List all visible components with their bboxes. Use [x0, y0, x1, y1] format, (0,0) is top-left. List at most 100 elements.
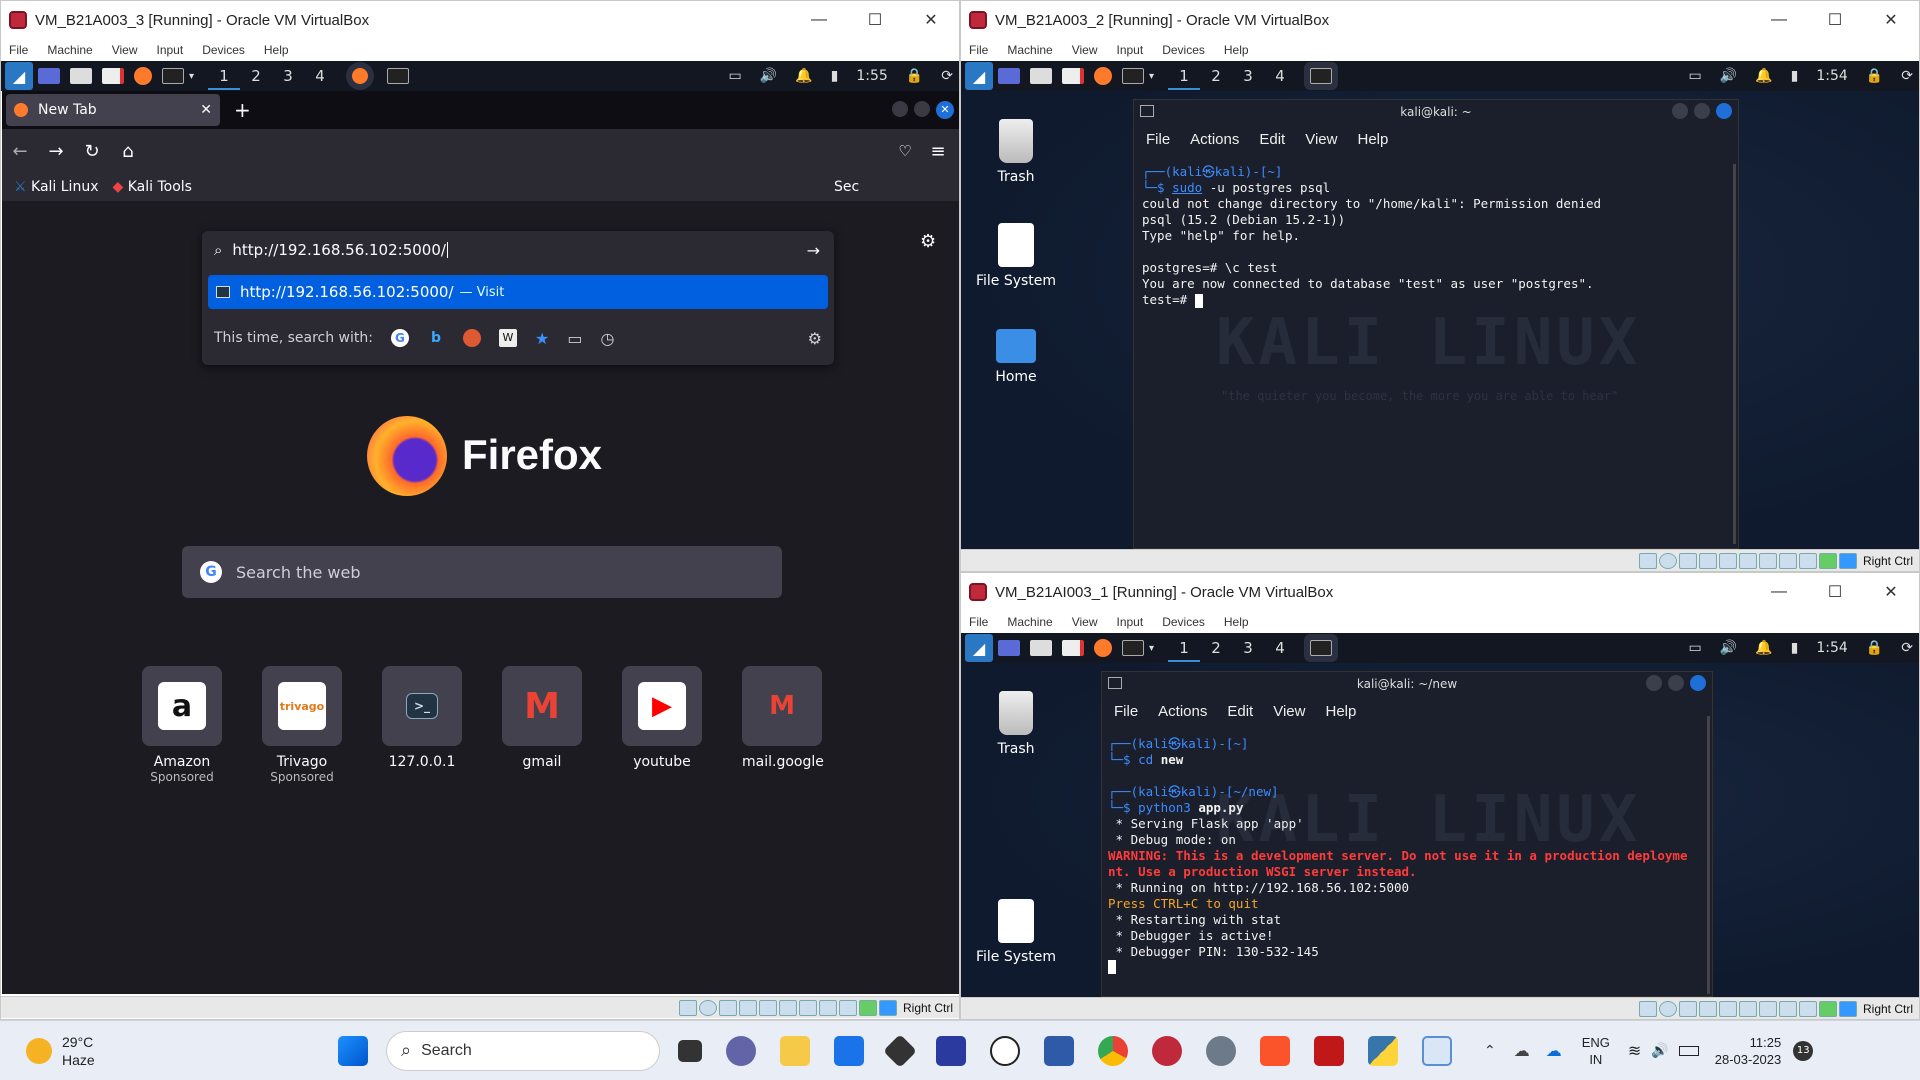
firefox-icon[interactable] — [1094, 639, 1112, 657]
vm-titlebar[interactable]: VM_B21AI003_1 [Running] - Oracle VM Virt… — [961, 573, 1919, 611]
language-indicator[interactable]: ENG IN — [1582, 1034, 1610, 1068]
bookmark-overflow[interactable]: Sec — [834, 179, 859, 195]
chevron-down-icon[interactable]: ▾ — [189, 71, 194, 82]
bell-icon[interactable]: 🔔 — [1755, 640, 1772, 656]
chrome-icon[interactable] — [1098, 1035, 1128, 1066]
firefox-icon[interactable] — [134, 67, 152, 85]
panel-clock[interactable]: 1:54 — [1816, 68, 1847, 84]
terminal-task-icon[interactable] — [1310, 640, 1333, 656]
workspace-1[interactable]: 1 — [1168, 62, 1201, 90]
display-status-icon[interactable] — [1758, 552, 1777, 569]
kali-menu-icon[interactable]: ◢ — [5, 62, 33, 90]
keyboard-capture-icon[interactable] — [1838, 1000, 1857, 1017]
menu-file[interactable]: File — [969, 43, 988, 57]
top-site-mail-google[interactable]: M mail.google — [742, 666, 824, 784]
shared-folder-status-icon[interactable] — [778, 999, 797, 1016]
wifi-icon[interactable]: ≋ — [1628, 1041, 1641, 1060]
maximize-icon[interactable]: ☐ — [1807, 1, 1863, 39]
menu-file[interactable]: File — [969, 615, 988, 629]
minimize-icon[interactable]: — — [1751, 573, 1807, 611]
optical-status-icon[interactable] — [1658, 552, 1677, 569]
audio-status-icon[interactable] — [718, 999, 737, 1016]
desktop-icon[interactable] — [38, 68, 60, 84]
menu-help[interactable]: Help — [1224, 615, 1249, 629]
menu-machine[interactable]: Machine — [47, 43, 92, 57]
menu-input[interactable]: Input — [157, 43, 184, 57]
clock[interactable]: 11:25 28-03-2023 — [1715, 1034, 1782, 1068]
shared-folder-status-icon[interactable] — [1738, 552, 1757, 569]
bing-engine-icon[interactable]: b — [427, 329, 445, 347]
terminal-window[interactable]: kali@kali: ~ File Actions Edit View Help… — [1133, 99, 1739, 549]
mouse-integration-icon[interactable] — [1818, 1000, 1837, 1017]
powerautomate-icon[interactable] — [936, 1035, 966, 1066]
menu-view[interactable]: View — [1072, 43, 1098, 57]
optical-status-icon[interactable] — [1658, 1000, 1677, 1017]
kali-menu-icon[interactable]: ◢ — [965, 62, 993, 90]
u-app-icon[interactable] — [990, 1035, 1020, 1066]
top-site-amazon[interactable]: a Amazon Sponsored — [142, 666, 222, 784]
new-tab-button[interactable]: + — [234, 98, 251, 122]
terminal-output[interactable]: ┌──(kali㉿kali)-[~] └─$ cd new ┌──(kali㉿kal… — [1108, 736, 1700, 996]
terminal-icon[interactable] — [1122, 68, 1144, 84]
bookmark-kali-tools[interactable]: ◆ Kali Tools — [112, 179, 191, 195]
chevron-down-icon[interactable]: ▾ — [1149, 71, 1154, 82]
vm-titlebar[interactable]: VM_B21A003_3 [Running] - Oracle VM Virtu… — [1, 1, 959, 39]
desktop-icon-file-system[interactable]: File System — [971, 223, 1061, 289]
close-icon[interactable]: ✕ — [903, 1, 959, 39]
microsoft-store-icon[interactable] — [834, 1035, 864, 1066]
optical-status-icon[interactable] — [698, 999, 717, 1016]
workspace-2[interactable]: 2 — [1200, 639, 1232, 657]
wikipedia-engine-icon[interactable]: W — [498, 329, 517, 347]
desktop-icon-file-system[interactable]: File System — [971, 899, 1061, 965]
back-icon[interactable]: ← — [2, 141, 38, 162]
terminal-task-icon[interactable] — [387, 68, 410, 84]
vm-window-top-right[interactable]: VM_B21A003_2 [Running] - Oracle VM Virtu… — [960, 0, 1920, 572]
onedrive-personal-icon[interactable]: ☁ — [1514, 1041, 1530, 1060]
teams-chat-icon[interactable] — [726, 1035, 756, 1066]
python-icon[interactable] — [1368, 1035, 1398, 1066]
url-suggestion[interactable]: http://192.168.56.102:5000/ — Visit — [208, 275, 828, 309]
settings-icon[interactable] — [1206, 1035, 1236, 1066]
battery-icon[interactable]: ▮ — [1791, 68, 1799, 84]
workspace-3[interactable]: 3 — [1232, 67, 1264, 85]
terminal-titlebar[interactable]: kali@kali: ~/new — [1102, 672, 1712, 696]
power-icon[interactable]: ⟳ — [1901, 640, 1913, 656]
duckduckgo-engine-icon[interactable] — [462, 329, 481, 347]
task-view-icon[interactable] — [678, 1039, 702, 1062]
workspace-4[interactable]: 4 — [1264, 639, 1296, 657]
bookmarks-search-icon[interactable]: ★ — [535, 329, 549, 348]
minimize-icon[interactable]: — — [791, 1, 847, 39]
menu-input[interactable]: Input — [1117, 43, 1144, 57]
desktop-icon-home[interactable]: Home — [971, 329, 1061, 385]
usb-status-icon[interactable] — [1718, 552, 1737, 569]
power-icon[interactable]: ⟳ — [941, 68, 953, 84]
cpu-status-icon[interactable] — [1798, 552, 1817, 569]
panel-clock[interactable]: 1:54 — [1816, 640, 1847, 656]
recording-status-icon[interactable] — [818, 999, 837, 1016]
google-engine-icon[interactable]: G — [390, 329, 409, 347]
hdd-status-icon[interactable] — [678, 999, 697, 1016]
terminal-window[interactable]: kali@kali: ~/new File Actions Edit View … — [1101, 671, 1713, 997]
menu-view[interactable]: View — [112, 43, 138, 57]
brave-icon[interactable] — [1260, 1035, 1290, 1066]
editor-icon[interactable] — [1062, 640, 1084, 656]
term-menu-actions[interactable]: Actions — [1190, 131, 1239, 148]
terminal-minimize-icon[interactable] — [1646, 675, 1662, 691]
history-search-icon[interactable]: ◷ — [600, 329, 614, 348]
window-close-icon[interactable]: ✕ — [936, 101, 954, 119]
files-icon[interactable] — [1030, 68, 1052, 84]
hamburger-menu-icon[interactable]: ≡ — [920, 141, 956, 162]
top-site-youtube[interactable]: ▶ youtube — [622, 666, 702, 784]
menu-machine[interactable]: Machine — [1007, 615, 1052, 629]
terminal-maximize-icon[interactable] — [1694, 103, 1710, 119]
taskbar-search[interactable]: ⌕ Search — [386, 1030, 660, 1071]
show-hidden-icons[interactable]: ⌃ — [1484, 1043, 1496, 1059]
virtualbox-cube-icon[interactable] — [1044, 1035, 1074, 1066]
terminal-icon[interactable] — [162, 68, 184, 84]
workspace-2[interactable]: 2 — [1200, 67, 1232, 85]
term-menu-view[interactable]: View — [1305, 131, 1337, 148]
lock-icon[interactable]: 🔒 — [1866, 68, 1883, 84]
terminal-close-icon[interactable] — [1690, 675, 1706, 691]
display-status-icon[interactable] — [798, 999, 817, 1016]
top-site-trivago[interactable]: trivago Trivago Sponsored — [262, 666, 342, 784]
